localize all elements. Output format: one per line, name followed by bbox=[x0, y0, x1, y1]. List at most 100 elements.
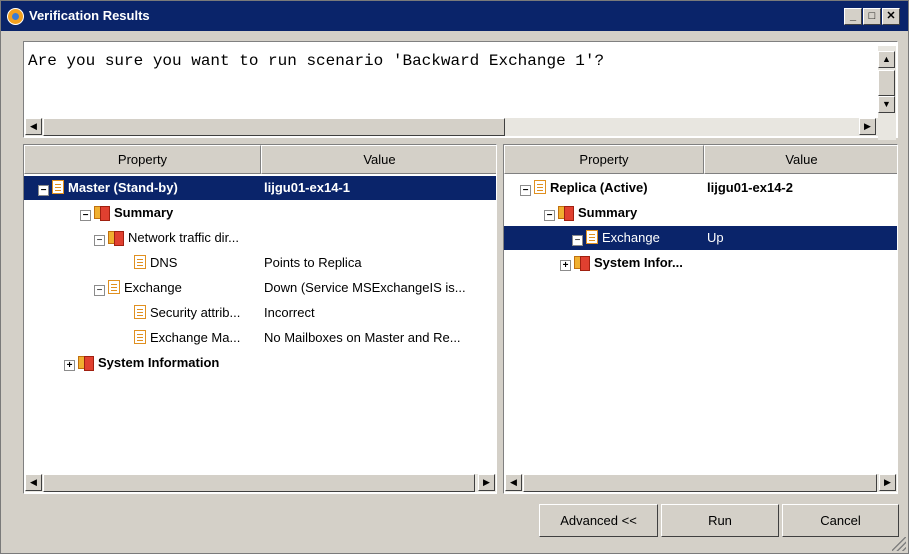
replica-property-label: System Infor... bbox=[594, 255, 683, 270]
master-property-cell: − Network traffic dir... bbox=[94, 226, 260, 250]
replica-value-cell: lijgu01-ex14-2 bbox=[707, 180, 793, 195]
close-button[interactable]: ✕ bbox=[882, 8, 900, 25]
collapse-icon[interactable]: − bbox=[520, 185, 531, 196]
master-value-cell: lijgu01-ex14-1 bbox=[264, 180, 350, 195]
scroll-thumb[interactable] bbox=[523, 474, 877, 492]
collapse-icon[interactable]: − bbox=[38, 185, 49, 196]
maximize-button[interactable]: □ bbox=[863, 8, 881, 25]
folder-icon bbox=[94, 206, 110, 221]
doc-icon bbox=[134, 255, 146, 269]
replica-grid-header: Property Value bbox=[504, 145, 897, 174]
master-property-cell: DNS bbox=[134, 251, 260, 275]
doc-icon bbox=[108, 280, 120, 294]
window-title: Verification Results bbox=[29, 8, 150, 23]
expand-icon[interactable]: + bbox=[64, 360, 75, 371]
doc-icon bbox=[52, 180, 64, 194]
scroll-right-button[interactable]: ▶ bbox=[879, 474, 896, 491]
replica-property-label: Exchange bbox=[602, 230, 660, 245]
doc-icon bbox=[586, 230, 598, 244]
master-grid-header: Property Value bbox=[24, 145, 496, 174]
verification-results-window: Verification Results _ □ ✕ Are you sure … bbox=[0, 0, 909, 554]
master-property-column-header[interactable]: Property bbox=[24, 145, 261, 174]
replica-properties-grid[interactable]: Property Value − Replica (Active) lijgu01-… bbox=[503, 144, 898, 494]
advanced-button[interactable]: Advanced << bbox=[539, 504, 658, 537]
master-properties-grid[interactable]: Property Value − Master (Stand-by) lijgu01… bbox=[23, 144, 497, 494]
doc-icon bbox=[134, 330, 146, 344]
master-property-cell: Exchange Ma... bbox=[134, 326, 260, 350]
master-value-cell: Incorrect bbox=[264, 305, 315, 320]
scroll-left-button[interactable]: ◀ bbox=[25, 474, 42, 491]
folder-icon bbox=[108, 231, 124, 246]
replica-property-cell: + System Infor... bbox=[560, 251, 703, 275]
replica-value-cell: Up bbox=[707, 230, 724, 245]
minimize-button[interactable]: _ bbox=[844, 8, 862, 25]
replica-tree-row[interactable]: − Replica (Active) lijgu01-ex14-2 bbox=[504, 176, 897, 200]
replica-property-cell: − Summary bbox=[544, 201, 703, 225]
title-bar[interactable]: Verification Results _ □ ✕ bbox=[1, 1, 908, 31]
scroll-right-button[interactable]: ▶ bbox=[478, 474, 495, 491]
master-property-label: System Information bbox=[98, 355, 220, 370]
collapse-icon[interactable]: − bbox=[94, 235, 105, 246]
collapse-icon[interactable]: − bbox=[94, 285, 105, 296]
resize-grip[interactable] bbox=[892, 537, 906, 551]
master-property-cell: − Summary bbox=[80, 201, 260, 225]
replica-tree-row[interactable]: + System Infor... bbox=[504, 251, 897, 275]
master-tree-row[interactable]: − Network traffic dir... bbox=[24, 226, 496, 250]
replica-property-cell: − Replica (Active) bbox=[520, 176, 703, 200]
master-property-label: Exchange bbox=[124, 280, 182, 295]
collapse-icon[interactable]: − bbox=[80, 210, 91, 221]
scroll-left-button[interactable]: ◀ bbox=[505, 474, 522, 491]
collapse-icon[interactable]: − bbox=[544, 210, 555, 221]
replica-property-label: Summary bbox=[578, 205, 638, 220]
scroll-thumb[interactable] bbox=[43, 474, 475, 492]
scroll-up-button[interactable]: ▲ bbox=[878, 51, 895, 68]
master-property-cell: − Master (Stand-by) bbox=[38, 176, 260, 200]
doc-icon bbox=[534, 180, 546, 194]
replica-tree-row[interactable]: − Exchange Up bbox=[504, 226, 897, 250]
master-property-label: Network traffic dir... bbox=[128, 230, 240, 245]
master-tree-row[interactable]: − Exchange Down (Service MSExchangeIS is..… bbox=[24, 276, 496, 300]
replica-value-column-header[interactable]: Value bbox=[704, 145, 897, 174]
master-tree-row[interactable]: DNS Points to Replica bbox=[24, 251, 496, 275]
master-tree-row[interactable]: + System Information bbox=[24, 351, 496, 375]
scroll-down-button[interactable]: ▼ bbox=[878, 96, 895, 113]
folder-icon bbox=[574, 256, 590, 271]
scroll-thumb[interactable] bbox=[878, 70, 895, 96]
app-icon bbox=[7, 8, 24, 25]
cancel-button[interactable]: Cancel bbox=[782, 504, 899, 537]
scroll-left-button[interactable]: ◀ bbox=[25, 118, 42, 135]
master-horizontal-scrollbar[interactable]: ◀ ▶ bbox=[25, 474, 496, 492]
replica-property-label: Replica (Active) bbox=[550, 180, 648, 195]
replica-property-column-header[interactable]: Property bbox=[504, 145, 704, 174]
master-property-label: Exchange Ma... bbox=[150, 330, 241, 345]
master-tree-row[interactable]: Security attrib... Incorrect bbox=[24, 301, 496, 325]
master-property-label: Master (Stand-by) bbox=[68, 180, 178, 195]
message-horizontal-scrollbar[interactable]: ◀ ▶ bbox=[25, 118, 878, 136]
folder-icon bbox=[78, 356, 94, 371]
master-value-cell: Points to Replica bbox=[264, 255, 362, 270]
message-panel[interactable]: Are you sure you want to run scenario 'B… bbox=[23, 41, 898, 140]
confirmation-message: Are you sure you want to run scenario 'B… bbox=[28, 52, 605, 70]
master-property-cell: − Exchange bbox=[94, 276, 260, 300]
replica-horizontal-scrollbar[interactable]: ◀ ▶ bbox=[505, 474, 897, 492]
master-property-label: DNS bbox=[150, 255, 178, 270]
replica-tree-row[interactable]: − Summary bbox=[504, 201, 897, 225]
master-property-label: Summary bbox=[114, 205, 174, 220]
replica-property-cell: − Exchange bbox=[572, 226, 703, 250]
master-value-cell: No Mailboxes on Master and Re... bbox=[264, 330, 461, 345]
run-button[interactable]: Run bbox=[661, 504, 779, 537]
master-value-column-header[interactable]: Value bbox=[261, 145, 496, 174]
master-property-cell: + System Information bbox=[64, 351, 260, 375]
scroll-right-button[interactable]: ▶ bbox=[859, 118, 876, 135]
message-vertical-scrollbar[interactable]: ▲ ▼ bbox=[878, 46, 896, 140]
master-value-cell: Down (Service MSExchangeIS is... bbox=[264, 280, 466, 295]
master-tree-row[interactable]: − Summary bbox=[24, 201, 496, 225]
scroll-thumb[interactable] bbox=[43, 118, 505, 136]
master-property-label: Security attrib... bbox=[150, 305, 241, 320]
master-tree-row[interactable]: − Master (Stand-by) lijgu01-ex14-1 bbox=[24, 176, 496, 200]
expand-icon[interactable]: + bbox=[560, 260, 571, 271]
folder-icon bbox=[558, 206, 574, 221]
master-property-cell: Security attrib... bbox=[134, 301, 260, 325]
master-tree-row[interactable]: Exchange Ma... No Mailboxes on Master and… bbox=[24, 326, 496, 350]
collapse-icon[interactable]: − bbox=[572, 235, 583, 246]
